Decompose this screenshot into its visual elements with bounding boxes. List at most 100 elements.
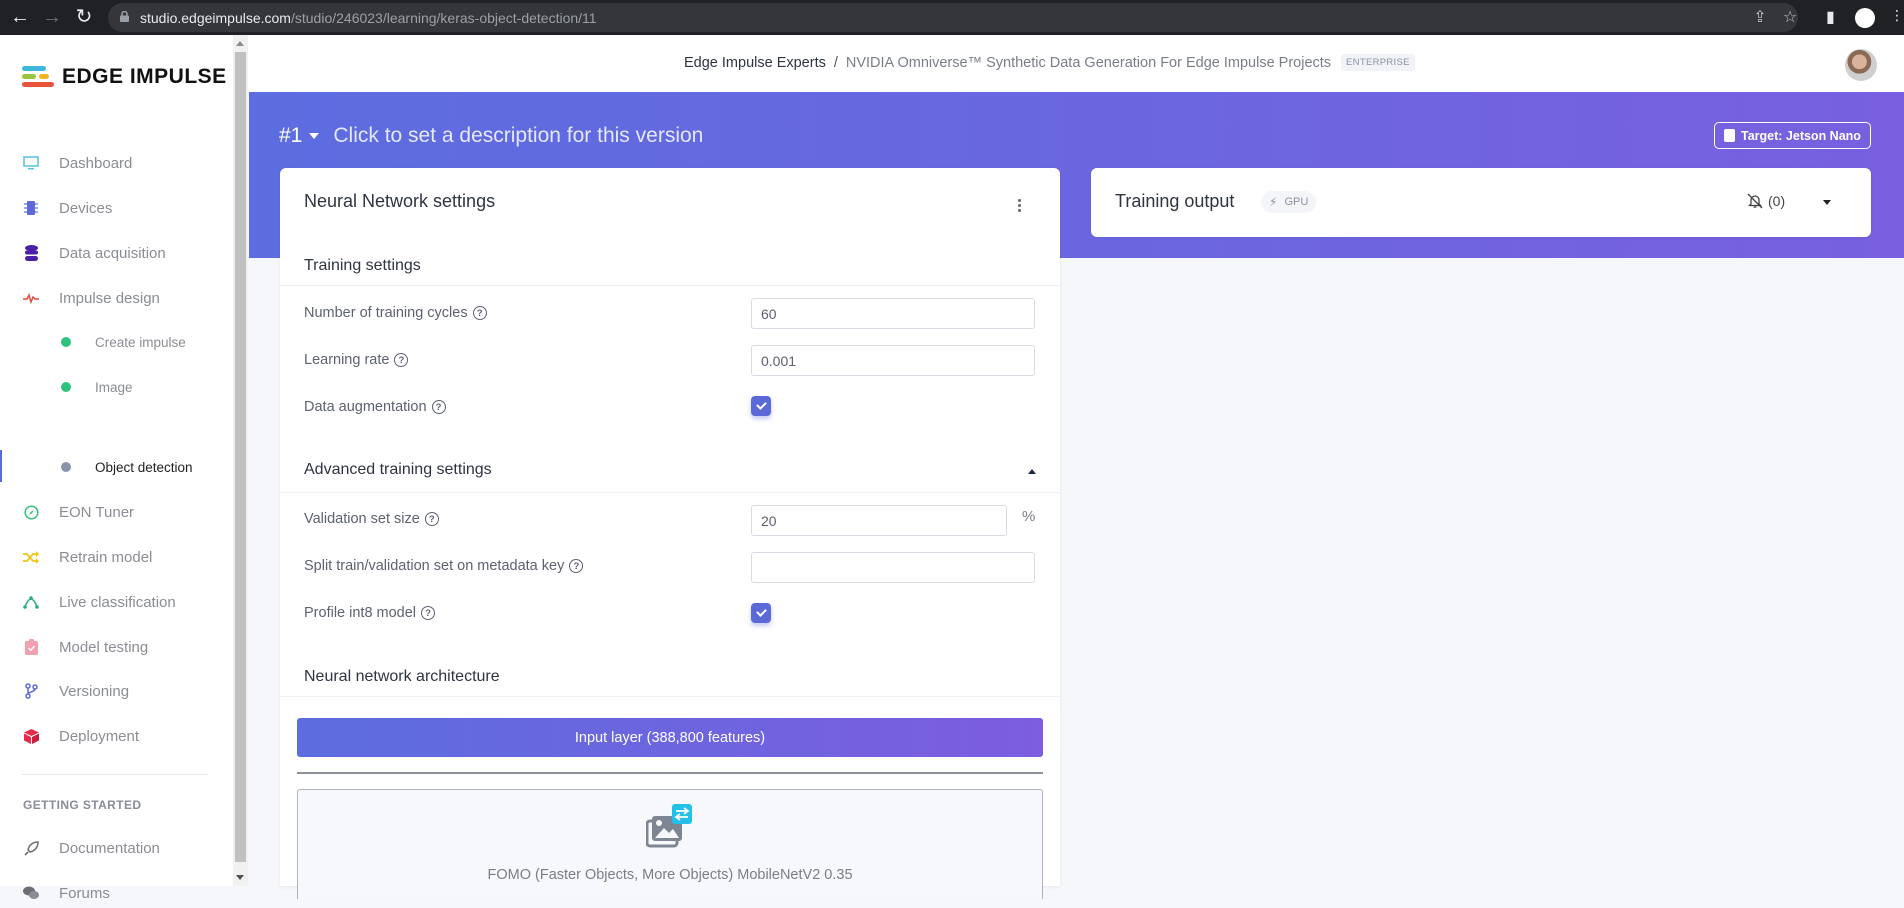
training-cycles-input[interactable] [751, 298, 1035, 329]
sidebar-item-impulse-design[interactable]: Impulse design [0, 283, 233, 313]
sidebar-item-devices[interactable]: Devices [0, 193, 233, 223]
section-advanced-training[interactable]: Advanced training settings [304, 461, 492, 479]
divider [280, 492, 1060, 493]
version-description[interactable]: Click to set a description for this vers… [333, 124, 703, 148]
breadcrumb: Edge Impulse Experts / NVIDIA Omniverse™… [684, 54, 1415, 71]
avatar[interactable] [1845, 49, 1877, 81]
sidebar-item-dashboard[interactable]: Dashboard [0, 148, 233, 178]
bolt-icon: ⚡ [1269, 195, 1278, 209]
caret-up-icon[interactable] [1028, 469, 1036, 474]
split-key-label: Split train/validation set on metadata k… [304, 558, 584, 574]
rocket-icon [22, 839, 40, 857]
training-cycles-label: Number of training cycles? [304, 305, 487, 321]
sidebar-item-model-testing[interactable]: Model testing [0, 632, 233, 662]
caret-down-icon[interactable] [309, 133, 320, 139]
sidebar-item-forums[interactable]: Forums [0, 878, 233, 908]
help-icon[interactable]: ? [394, 353, 409, 367]
chip-icon [1724, 129, 1735, 142]
training-output-card: Training output ⚡ GPU (0) [1091, 168, 1871, 237]
scroll-up-icon[interactable] [236, 41, 244, 46]
scrollbar-thumb[interactable] [235, 52, 246, 862]
database-icon [22, 244, 40, 262]
section-training-settings: Training settings [304, 257, 421, 274]
caret-down-icon[interactable] [1823, 200, 1831, 205]
help-icon[interactable]: ? [424, 512, 439, 526]
sidebar-scrollbar[interactable] [233, 35, 248, 886]
logo[interactable]: EDGE IMPULSE [22, 65, 227, 89]
divider [280, 696, 1060, 697]
sidepanel-icon[interactable]: ▮ [1826, 7, 1835, 27]
status-dot [61, 462, 71, 472]
url-text: studio.edgeimpulse.com/studio/246023/lea… [140, 10, 597, 26]
sidebar-item-image[interactable]: Image [0, 372, 233, 402]
profile-icon[interactable] [1855, 8, 1875, 28]
help-icon[interactable]: ? [472, 306, 487, 320]
bezier-icon [22, 593, 40, 611]
forward-icon[interactable]: → [40, 6, 64, 28]
sidebar-divider [22, 774, 208, 775]
help-icon[interactable]: ? [431, 400, 446, 414]
cube-icon [22, 727, 40, 745]
sidebar-item-versioning[interactable]: Versioning [0, 676, 233, 706]
logo-icon [22, 66, 54, 88]
sidebar-item-live-classification[interactable]: Live classification [0, 587, 233, 617]
validation-size-input[interactable] [751, 505, 1007, 536]
model-block-label: FOMO (Faster Objects, More Objects) Mobi… [487, 867, 853, 883]
bell-slash-icon [1747, 193, 1763, 209]
status-dot [61, 382, 71, 392]
back-icon[interactable]: ← [8, 6, 32, 28]
input-layer-block[interactable]: Input layer (388,800 features) [297, 718, 1043, 757]
sidebar-item-deployment[interactable]: Deployment [0, 721, 233, 751]
validation-size-label: Validation set size? [304, 511, 439, 527]
gpu-badge: ⚡ GPU [1261, 191, 1317, 213]
percent-unit: % [1022, 508, 1036, 525]
pulse-icon [22, 289, 40, 307]
status-dot [61, 337, 71, 347]
address-bar[interactable]: studio.edgeimpulse.com/studio/246023/lea… [108, 3, 1798, 32]
profile-int8-checkbox[interactable] [751, 603, 771, 623]
learning-rate-label: Learning rate? [304, 352, 409, 368]
share-icon[interactable]: ⇪ [1751, 9, 1769, 27]
monitor-icon [22, 154, 40, 172]
star-icon[interactable]: ☆ [1781, 9, 1799, 27]
data-augmentation-checkbox[interactable] [751, 396, 771, 416]
lock-icon [120, 11, 129, 22]
sidebar-item-create-impulse[interactable]: Create impulse [0, 327, 233, 357]
top-header: Edge Impulse Experts / NVIDIA Omniverse™… [248, 35, 1904, 92]
model-block[interactable]: FOMO (Faster Objects, More Objects) Mobi… [297, 789, 1043, 899]
sidebar-item-object-detection[interactable]: Object detection [0, 452, 233, 482]
notifications-toggle[interactable]: (0) [1747, 193, 1785, 209]
version-number[interactable]: #1 [279, 124, 302, 148]
sidebar: EDGE IMPULSE Dashboard Devices Data acqu… [0, 35, 233, 902]
branch-icon [22, 682, 40, 700]
learning-rate-input[interactable] [751, 345, 1035, 376]
help-icon[interactable]: ? [569, 559, 584, 573]
clipboard-check-icon [22, 638, 40, 656]
comments-icon [22, 884, 40, 902]
split-key-input[interactable] [751, 552, 1035, 583]
menu-icon[interactable]: ⋮ [1890, 7, 1904, 24]
sidebar-item-eon-tuner[interactable]: EON Tuner [0, 497, 233, 527]
enterprise-badge: ENTERPRISE [1341, 54, 1415, 71]
scroll-down-icon[interactable] [236, 875, 244, 880]
section-title: GETTING STARTED [23, 798, 142, 812]
sidebar-item-data-acquisition[interactable]: Data acquisition [0, 238, 233, 268]
chip-icon [22, 199, 40, 217]
data-augmentation-label: Data augmentation? [304, 399, 446, 415]
help-icon[interactable]: ? [421, 606, 436, 620]
sidebar-item-retrain-model[interactable]: Retrain model [0, 542, 233, 572]
breadcrumb-org[interactable]: Edge Impulse Experts [684, 55, 826, 71]
browser-toolbar: ← → ↻ studio.edgeimpulse.com/studio/2460… [0, 0, 1904, 35]
kebab-menu-icon[interactable] [1018, 199, 1022, 212]
nn-settings-card: Neural Network settings Training setting… [280, 168, 1060, 899]
compass-icon [22, 503, 40, 521]
target-device-button[interactable]: Target: Jetson Nano [1714, 122, 1871, 149]
reload-icon[interactable]: ↻ [72, 6, 96, 28]
card-title: Neural Network settings [304, 191, 496, 211]
breadcrumb-project[interactable]: NVIDIA Omniverse™ Synthetic Data Generat… [846, 55, 1331, 71]
card-title: Training output [1115, 191, 1235, 211]
shuffle-icon [22, 548, 40, 566]
profile-int8-label: Profile int8 model? [304, 605, 436, 621]
version-header: #1 Click to set a description for this v… [279, 124, 703, 148]
sidebar-item-documentation[interactable]: Documentation [0, 833, 233, 863]
